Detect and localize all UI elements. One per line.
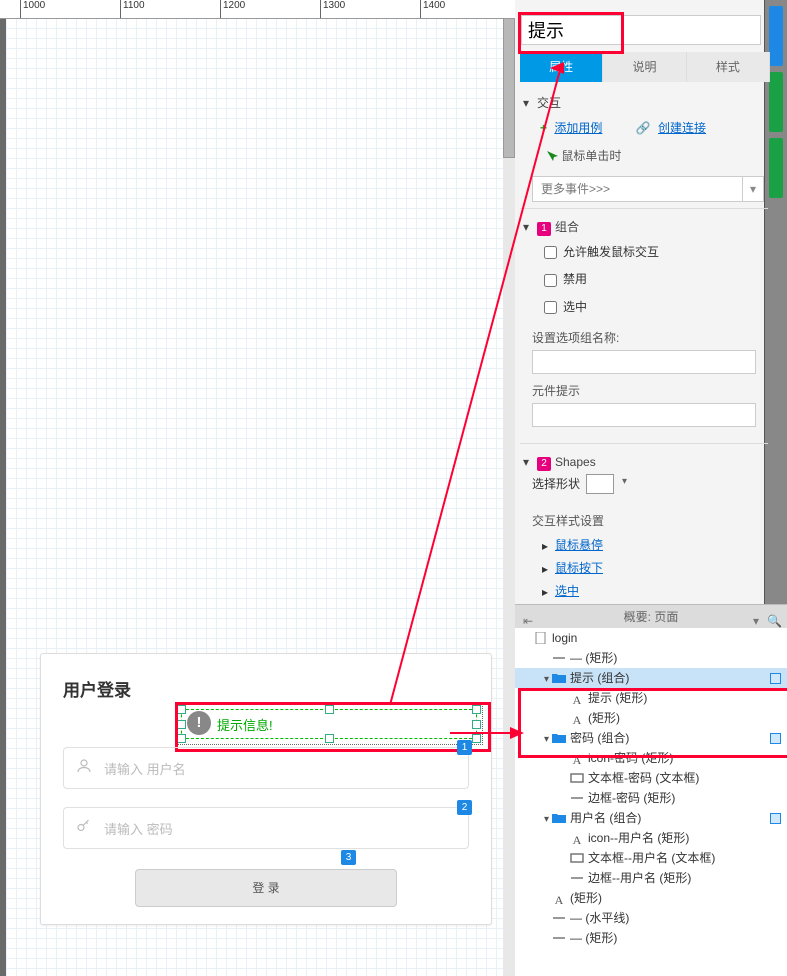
create-link-link[interactable]: 创建连接 <box>658 121 706 135</box>
chk-allow-mouse[interactable] <box>544 246 557 259</box>
arrow-icon: ▸ <box>542 562 552 572</box>
section-group[interactable]: ▾1组合 <box>520 215 768 239</box>
outline-label: login <box>552 631 577 645</box>
login-button-label: 登 录 <box>252 881 279 895</box>
collapse-icon[interactable]: ⇤ <box>521 609 535 623</box>
password-placeholder: 请输入 密码 <box>104 819 173 838</box>
outline-label: 文本框--用户名 (文本框) <box>588 851 715 865</box>
chk-disable[interactable] <box>544 274 557 287</box>
annotation-badge-1: 1 <box>457 740 472 755</box>
chain-icon: 🔗 <box>636 121 651 135</box>
outline-row[interactable]: — (矩形) <box>515 648 787 668</box>
outline-label: — (矩形) <box>570 651 617 665</box>
outline-row[interactable]: — (水平线) <box>515 908 787 928</box>
option-group-label: 设置选项组名称: <box>532 329 768 346</box>
section-interaction[interactable]: ▾交互 <box>520 91 768 115</box>
vertical-scrollbar-thumb[interactable] <box>503 18 515 158</box>
outline-label: 提示 (组合) <box>570 671 629 685</box>
outline-label: (矩形) <box>570 891 602 905</box>
ruler-tick: 1100 <box>120 0 145 18</box>
ix-style-label: 交互样式设置 <box>532 512 768 529</box>
tab-style[interactable]: 样式 <box>687 52 770 82</box>
expand-toggle[interactable]: ▾ <box>541 670 552 690</box>
shape-picker[interactable]: 选择形状 <box>532 474 614 494</box>
expand-toggle[interactable]: ▾ <box>541 810 552 830</box>
chevron-down-icon: ▾ <box>742 177 763 201</box>
ruler-tick: 1300 <box>320 0 345 18</box>
annotation-box <box>175 702 491 752</box>
ruler-tick: 1000 <box>20 0 45 18</box>
outline-row[interactable]: ▾ 提示 (组合) <box>515 668 787 688</box>
outline-row[interactable]: — (矩形) <box>515 928 787 948</box>
annotation-box-outline <box>518 688 787 758</box>
chk-selected-label: 选中 <box>563 300 587 314</box>
more-events-dropdown[interactable]: 更多事件>>>▾ <box>532 176 764 202</box>
outline-row[interactable]: A(矩形) <box>515 888 787 908</box>
outline-label: 用户名 (组合) <box>570 811 641 825</box>
plus-icon: + <box>540 121 547 135</box>
vertical-scrollbar-track[interactable] <box>503 18 515 976</box>
outline-row[interactable]: login <box>515 628 787 648</box>
arrow-icon: ▸ <box>542 585 552 595</box>
outline-label: — (矩形) <box>570 931 617 945</box>
section-shapes[interactable]: ▾2Shapes <box>520 450 768 474</box>
outline-header: ⇤ 概要: 页面 ▾ 🔍 <box>515 604 787 630</box>
arrow-icon: ▸ <box>542 539 552 549</box>
shape-swatch[interactable] <box>586 474 614 494</box>
visibility-toggle[interactable] <box>770 813 781 824</box>
ruler-tick: 1400 <box>420 0 445 18</box>
outline-row[interactable]: 边框-密码 (矩形) <box>515 788 787 808</box>
username-placeholder: 请输入 用户名 <box>104 759 186 778</box>
outline-tree: login— (矩形)▾提示 (组合)A提示 (矩形)A(矩形)▾密码 (组合)… <box>515 628 787 976</box>
horizontal-ruler: 1000 1100 1200 1300 1400 <box>0 0 515 19</box>
tab-notes[interactable]: 说明 <box>603 52 686 82</box>
password-field[interactable]: 请输入 密码 2 <box>63 807 469 849</box>
outline-label: icon--用户名 (矩形) <box>588 831 689 845</box>
inspector-panel: 属性 说明 样式 ▾交互 + 添加用例 🔗 创建连接 鼠标单击时 更多事件>>>… <box>515 0 787 976</box>
tooltip-input[interactable] <box>532 403 756 427</box>
login-title: 用户登录 <box>63 676 491 701</box>
mousedown-style-link[interactable]: 鼠标按下 <box>555 561 603 575</box>
outline-label: 文本框-密码 (文本框) <box>588 771 699 785</box>
annotation-arrow-head <box>550 62 564 74</box>
annotation-badge-2: 2 <box>457 800 472 815</box>
user-icon <box>64 757 104 780</box>
annotation-box-name <box>518 12 624 54</box>
hover-style-link[interactable]: 鼠标悬停 <box>555 538 603 552</box>
properties-scroll: ▾交互 + 添加用例 🔗 创建连接 鼠标单击时 更多事件>>>▾ ▾1组合 允许… <box>520 85 768 604</box>
annotation-badge-3: 3 <box>341 850 356 865</box>
search-icon[interactable]: 🔍 <box>767 609 781 623</box>
outline-row[interactable]: ▾ 用户名 (组合) <box>515 808 787 828</box>
event-onclick[interactable]: 鼠标单击时 <box>520 141 768 170</box>
visibility-toggle[interactable] <box>770 673 781 684</box>
outline-row[interactable]: 边框--用户名 (矩形) <box>515 868 787 888</box>
outline-row[interactable]: 文本框--用户名 (文本框) <box>515 848 787 868</box>
chk-allow-label: 允许触发鼠标交互 <box>563 245 659 259</box>
outline-label: 边框--用户名 (矩形) <box>588 871 691 885</box>
pick-shape-label: 选择形状 <box>532 475 580 492</box>
selected-style-link[interactable]: 选中 <box>555 584 579 598</box>
option-group-input[interactable] <box>532 350 756 374</box>
login-panel-widget[interactable]: 用户登录 ! 提示信息! 请输入 用户名 1 <box>40 653 492 925</box>
canvas-area: 1000 1100 1200 1300 1400 用户登录 ! 提示信息! <box>0 0 515 976</box>
login-button[interactable]: 登 录 3 <box>135 869 397 907</box>
outline-label: 边框-密码 (矩形) <box>588 791 675 805</box>
username-field[interactable]: 请输入 用户名 1 <box>63 747 469 789</box>
tooltip-label: 元件提示 <box>532 382 768 399</box>
outline-row[interactable]: 文本框-密码 (文本框) <box>515 768 787 788</box>
chk-selected[interactable] <box>544 301 557 314</box>
outline-label: — (水平线) <box>570 911 629 925</box>
outline-row[interactable]: Aicon--用户名 (矩形) <box>515 828 787 848</box>
key-icon <box>64 817 104 840</box>
add-case-link[interactable]: 添加用例 <box>554 121 602 135</box>
chk-disable-label: 禁用 <box>563 272 587 286</box>
filter-icon[interactable]: ▾ <box>749 609 763 623</box>
ruler-tick: 1200 <box>220 0 245 18</box>
